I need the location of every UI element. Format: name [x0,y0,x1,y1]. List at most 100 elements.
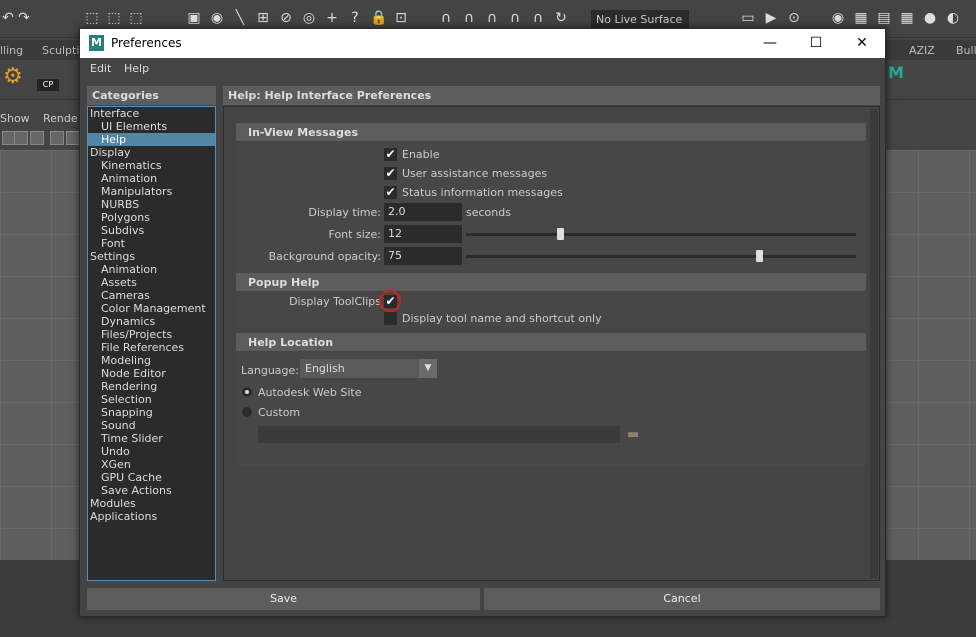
category-item[interactable]: Subdivs [88,224,215,237]
category-item[interactable]: Cameras [88,289,215,302]
render-view-icon[interactable]: ▶ [763,10,779,26]
panel-tool-icon[interactable] [14,131,28,145]
panel-tool-icon[interactable] [50,131,64,145]
enable-checkbox[interactable]: ✔ [384,148,397,161]
category-item[interactable]: Interface [88,107,215,120]
lock-open-icon[interactable]: ⊡ [393,10,409,26]
display-time-field[interactable]: 2.0 [384,203,462,221]
category-item[interactable]: Animation [88,172,215,185]
panel-menu-show[interactable]: Show [0,112,30,125]
bg-opacity-field[interactable]: 75 [384,247,462,265]
font-size-field[interactable]: 12 [384,225,462,243]
render-settings-icon[interactable]: ▦ [899,10,915,26]
shelf-tab[interactable]: lling [0,44,23,57]
rotate-snap-icon[interactable]: ↻ [553,10,569,26]
target-icon[interactable]: ◎ [301,10,317,26]
category-item[interactable]: Undo [88,445,215,458]
panel-tool-icon[interactable] [66,131,80,145]
cp-shelf-button[interactable]: CP [37,79,59,91]
gear-icon[interactable]: ⚙ [3,66,25,88]
category-item[interactable]: Rendering [88,380,215,393]
menu-edit[interactable]: Edit [90,62,111,75]
user-assist-checkbox[interactable]: ✔ [384,167,397,180]
shelf-tab[interactable]: Bull [956,44,976,57]
live-surface-field[interactable]: No Live Surface [591,10,689,30]
category-item[interactable]: UI Elements [88,120,215,133]
select-hierarchy-icon[interactable]: ⬚ [84,10,100,26]
scrollbar[interactable] [870,109,878,578]
shelf-tab[interactable]: AZIZ [909,44,935,57]
minimize-icon[interactable]: — [747,29,793,58]
section-inview-messages[interactable]: In-View Messages [236,123,866,141]
magnet-live-icon[interactable]: ∩ [530,10,546,26]
category-item[interactable]: Save Actions [88,484,215,497]
panel-tool-icon[interactable] [30,131,44,145]
render-frame-icon[interactable]: ▭ [740,10,756,26]
redo-icon[interactable]: ↷ [16,10,32,26]
category-item[interactable]: NURBS [88,198,215,211]
section-popup-help[interactable]: Popup Help [236,273,866,291]
folder-icon[interactable]: ▬ [627,428,643,441]
chevron-down-icon[interactable]: ▼ [419,359,437,378]
font-size-slider[interactable] [466,233,856,236]
magnet-curve-icon[interactable]: ∩ [461,10,477,26]
category-item[interactable]: Node Editor [88,367,215,380]
custom-radio[interactable] [242,407,252,417]
maya-logo-icon[interactable]: M [888,63,908,83]
crosshair-icon[interactable]: + [324,10,340,26]
category-item[interactable]: Modeling [88,354,215,367]
bg-opacity-slider[interactable] [466,255,856,258]
category-item[interactable]: Polygons [88,211,215,224]
shortcut-only-checkbox[interactable] [384,312,397,325]
category-item[interactable]: Font [88,237,215,250]
magnet-view-icon[interactable]: ∩ [507,10,523,26]
ipr-render-icon[interactable]: ⊙ [786,10,802,26]
category-item[interactable]: Help [88,133,215,146]
category-item[interactable]: File References [88,341,215,354]
category-item[interactable]: Applications [88,510,215,523]
snap-curve-icon[interactable]: ╲ [232,10,248,26]
save-button[interactable]: Save [87,588,480,610]
category-item[interactable]: GPU Cache [88,471,215,484]
undo-icon[interactable]: ↶ [0,10,16,26]
snap-point-icon[interactable]: ◉ [209,10,225,26]
language-dropdown[interactable]: English ▼ [300,359,437,378]
select-object-icon[interactable]: ⬚ [106,10,122,26]
snap-surface-icon[interactable]: ⊘ [278,10,294,26]
category-item[interactable]: Modules [88,497,215,510]
dialog-titlebar[interactable]: M Preferences — ☐ ✕ [80,29,885,58]
help-icon[interactable]: ? [347,10,363,26]
category-item[interactable]: Kinematics [88,159,215,172]
custom-path-field[interactable] [258,426,620,443]
category-item[interactable]: Manipulators [88,185,215,198]
category-item[interactable]: Settings [88,250,215,263]
lock-icon[interactable]: 🔒 [370,10,387,26]
panel-menu-renderer[interactable]: Rende [43,112,78,125]
autodesk-radio[interactable] [242,387,252,397]
category-item[interactable]: Animation [88,263,215,276]
category-item[interactable]: Color Management [88,302,215,315]
close-icon[interactable]: ✕ [839,29,885,58]
category-item[interactable]: Time Slider [88,432,215,445]
category-item[interactable]: Sound [88,419,215,432]
select-component-icon[interactable]: ⬚ [128,10,144,26]
sphere-icon[interactable]: ● [922,10,938,26]
snap-view-icon[interactable]: ⊞ [255,10,271,26]
eye-icon[interactable]: ◉ [830,10,846,26]
magnet-icon[interactable]: ∩ [438,10,454,26]
section-help-location[interactable]: Help Location [236,333,866,351]
hypershade-icon[interactable]: ◐ [945,10,961,26]
cancel-button[interactable]: Cancel [484,588,880,610]
category-item[interactable]: Snapping [88,406,215,419]
category-item[interactable]: Dynamics [88,315,215,328]
bg-opacity-slider-handle[interactable] [755,250,763,262]
maximize-icon[interactable]: ☐ [793,29,839,58]
snap-grid-icon[interactable]: ▣ [186,10,202,26]
magnet-point-icon[interactable]: ∩ [484,10,500,26]
category-item[interactable]: Assets [88,276,215,289]
status-info-checkbox[interactable]: ✔ [384,186,397,199]
ipr-icon[interactable]: ▤ [876,10,892,26]
category-item[interactable]: Display [88,146,215,159]
font-size-slider-handle[interactable] [556,228,564,240]
category-item[interactable]: XGen [88,458,215,471]
